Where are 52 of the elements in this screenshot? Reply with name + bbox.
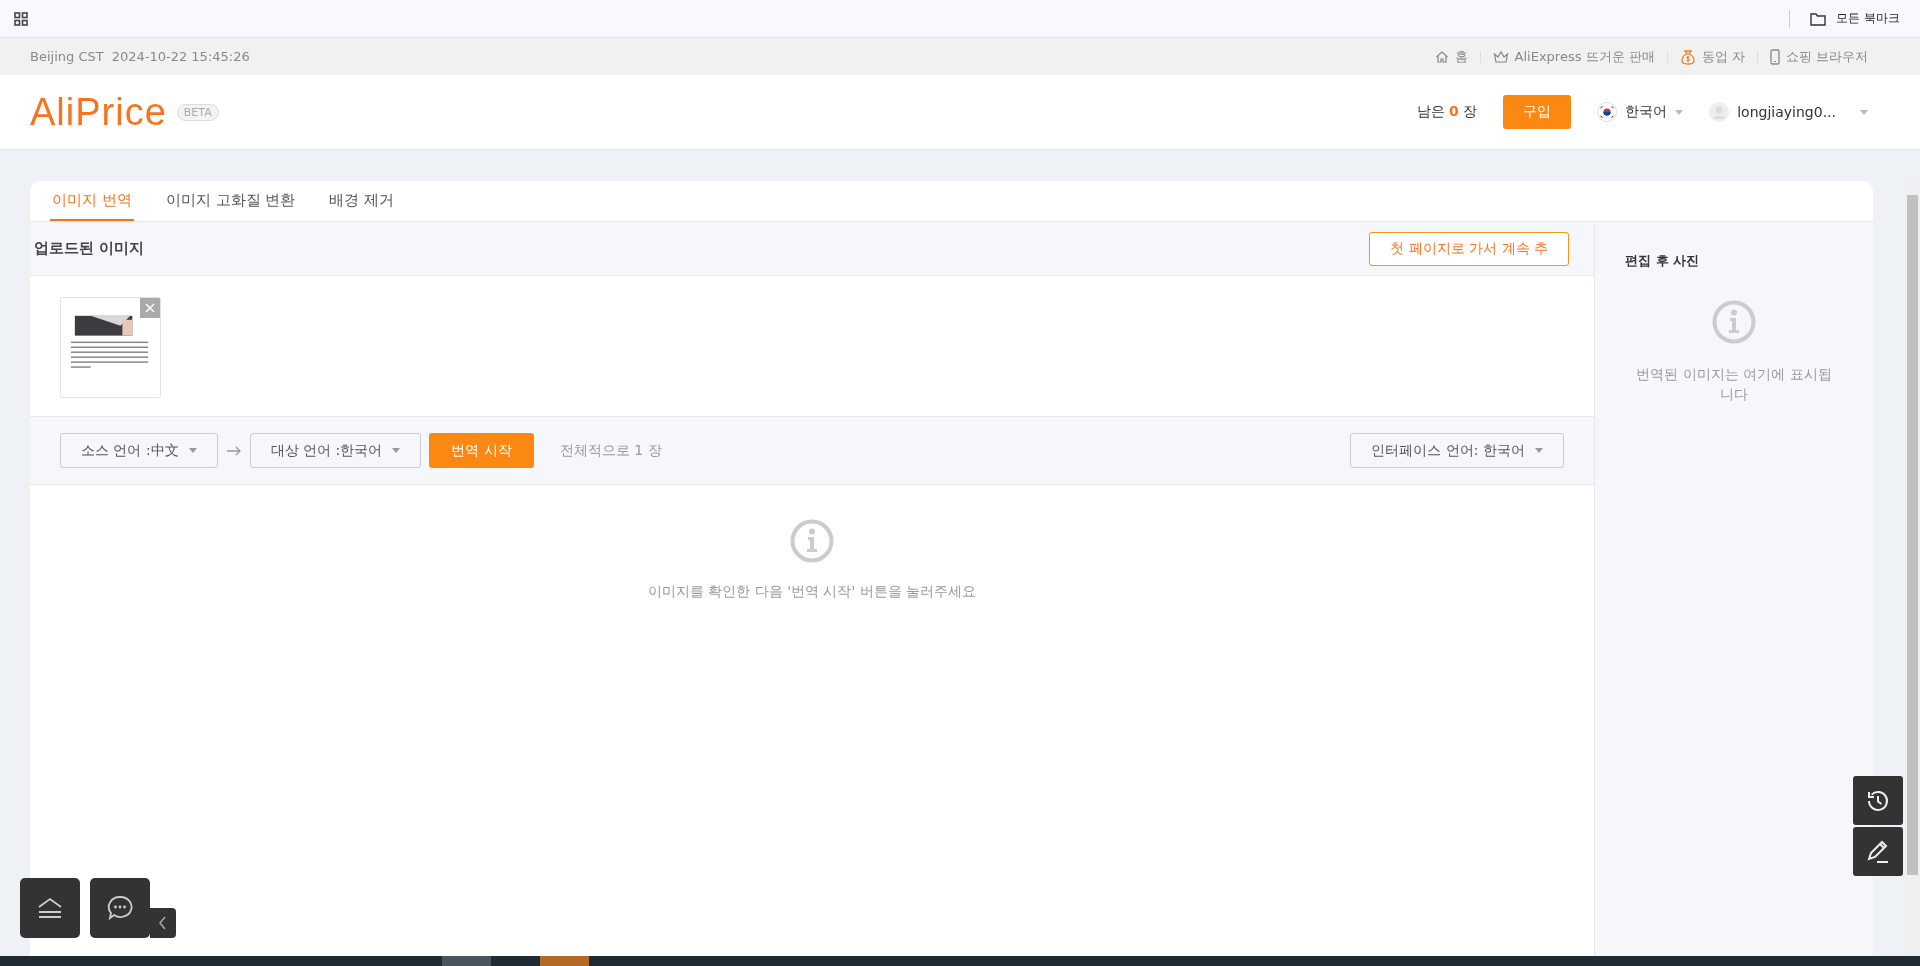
info-icon [1712, 300, 1756, 344]
empty-message: 이미지를 확인한 다음 '번역 시작' 버튼을 눌러주세요 [647, 583, 977, 601]
remaining-text: 남은 0 장 [1416, 103, 1478, 121]
caret-icon [1860, 109, 1868, 115]
apps-grid-icon[interactable] [14, 11, 28, 26]
top-link[interactable]: 쇼핑 브라우저 [1785, 47, 1868, 66]
history-button[interactable] [1853, 776, 1903, 825]
chat-icon [107, 895, 133, 921]
datetime-text: 2024-10-22 15:45:26 [111, 49, 250, 64]
top-link[interactable]: 홈 [1454, 47, 1468, 66]
user-menu[interactable]: longjiaying0... [1737, 104, 1836, 120]
info-icon [790, 519, 834, 563]
result-message: 번역된 이미지는 여기에 표시됩니다 [1635, 365, 1833, 404]
tab[interactable]: 배경 제거 [327, 181, 397, 221]
caret-icon [1535, 448, 1543, 453]
interface-language-select[interactable]: 인터페이스 언어: 한국어 [1350, 433, 1564, 468]
collapse-button[interactable] [20, 878, 80, 938]
arrow-icon [225, 445, 242, 456]
chevron-left-icon [159, 916, 167, 930]
start-translation-button[interactable]: 번역 시작 [429, 433, 534, 468]
caret-icon [188, 448, 197, 453]
chat-button[interactable] [90, 878, 150, 938]
bookmarks-folder[interactable]: 모든 북마크 [1836, 10, 1900, 27]
collapse-up-icon [36, 897, 64, 919]
money-bag-icon [1679, 48, 1696, 65]
folder-icon [1810, 11, 1827, 26]
buy-button[interactable]: 구입 [1503, 95, 1572, 129]
phone-icon [1769, 48, 1780, 65]
logo[interactable]: AliPrice [30, 90, 167, 134]
caret-icon [392, 448, 401, 453]
timezone-text: Beijing CST [30, 49, 104, 64]
caret-icon [1675, 109, 1684, 115]
section-title: 업로드된 이미지 [34, 239, 145, 258]
target-language-select[interactable]: 대상 언어 :한국어 [249, 433, 422, 468]
top-link[interactable]: AliExpress 뜨거운 판매 [1514, 47, 1655, 66]
language-selector[interactable]: 한국어 [1625, 103, 1668, 121]
home-icon [1434, 49, 1449, 64]
close-icon [145, 303, 155, 313]
crown-icon [1492, 49, 1509, 64]
continue-button[interactable]: 첫 페이지로 가서 계속 추 [1369, 231, 1569, 266]
expand-button[interactable] [150, 908, 176, 938]
source-language-select[interactable]: 소스 언어 :中文 [60, 433, 218, 468]
panel-title: 편집 후 사진 [1625, 252, 1700, 270]
avatar-icon [1709, 102, 1730, 122]
flag-icon [1597, 102, 1618, 122]
pencil-icon [1865, 838, 1891, 865]
beta-badge: BETA [176, 103, 219, 121]
top-link[interactable]: 동업 자 [1701, 47, 1745, 66]
total-count: 전체적으로 1 장 [559, 441, 662, 460]
tab[interactable]: 이미지 고화질 변환 [163, 181, 298, 221]
edit-button[interactable] [1853, 827, 1903, 876]
scrollbar[interactable] [1905, 181, 1920, 956]
